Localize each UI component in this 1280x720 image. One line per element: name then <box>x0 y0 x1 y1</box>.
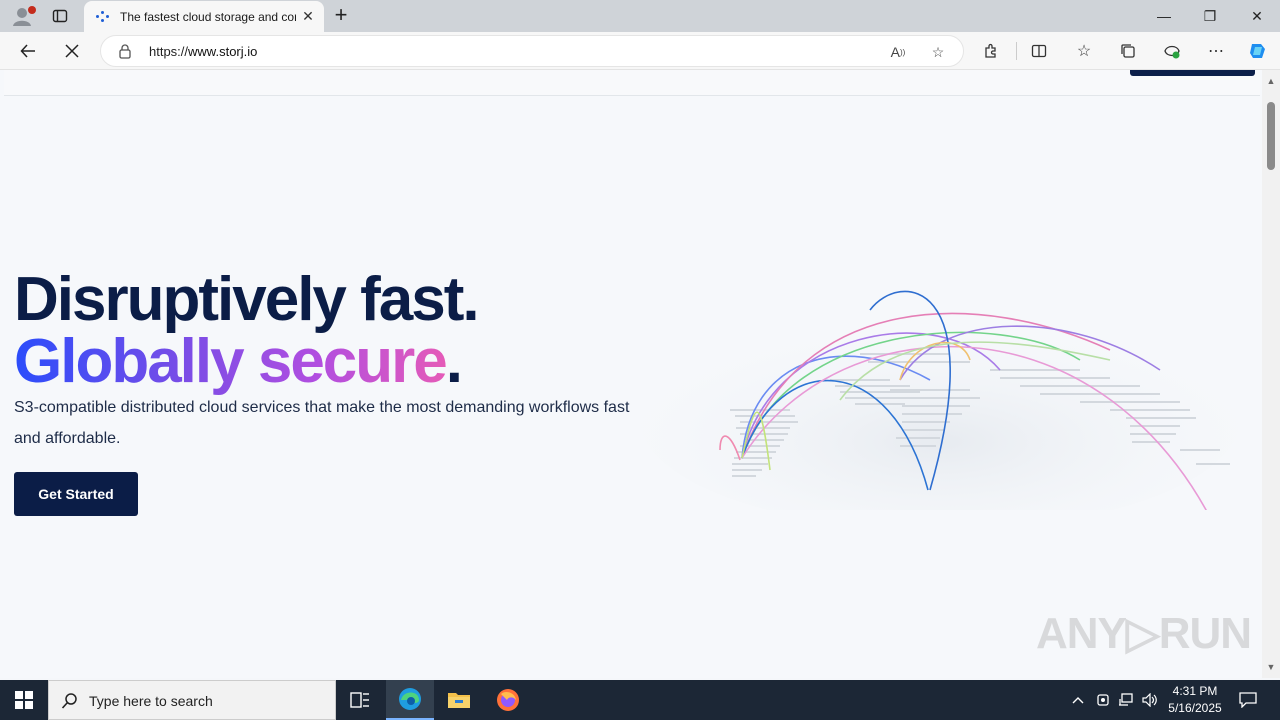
clock-time: 4:31 PM <box>1172 684 1218 698</box>
windows-taskbar: Type here to search 4:31 PM 5/16/2025 <box>0 680 1280 720</box>
split-screen-icon[interactable] <box>1025 37 1053 65</box>
favorites-icon[interactable]: ☆ <box>1070 37 1098 65</box>
browser-toolbar: https://www.storj.io A)) ☆ ☆ ⋯ <box>0 32 1280 70</box>
clock-date: 5/16/2025 <box>1168 701 1222 715</box>
address-bar[interactable]: https://www.storj.io A)) ☆ <box>100 35 964 67</box>
hero-headline-line1: Disruptively fast. <box>14 265 480 334</box>
edge-icon <box>399 688 421 710</box>
tab-title: The fastest cloud storage and cor <box>120 9 296 24</box>
url-prefix: https:// <box>149 44 189 59</box>
globe-network-illustration <box>640 290 1240 510</box>
stop-icon <box>65 44 79 58</box>
windows-logo-icon <box>15 691 33 709</box>
maximize-button[interactable]: ❐ <box>1187 0 1233 32</box>
taskbar-firefox-app[interactable] <box>484 680 532 720</box>
task-view-button[interactable] <box>336 680 384 720</box>
volume-icon[interactable] <box>1140 680 1160 720</box>
start-button[interactable] <box>0 680 48 720</box>
scroll-down-arrow-icon[interactable]: ▼ <box>1266 662 1276 672</box>
meet-now-icon[interactable] <box>1094 680 1112 720</box>
notification-dot <box>28 6 36 14</box>
copilot-icon[interactable] <box>1244 37 1272 65</box>
close-window-button[interactable]: ✕ <box>1234 0 1280 32</box>
new-tab-button[interactable]: + <box>330 4 352 27</box>
taskbar-edge-app[interactable] <box>386 680 434 720</box>
hero-subtitle: S3-compatible distributed cloud services… <box>14 399 630 447</box>
toolbar-divider <box>1016 42 1017 60</box>
hero-gradient-text: Globally secure <box>14 327 448 396</box>
tab-close-icon[interactable]: ✕ <box>300 8 316 24</box>
site-header <box>4 70 1260 96</box>
search-icon <box>61 693 77 709</box>
tab-actions-icon <box>52 9 68 23</box>
active-tab[interactable]: The fastest cloud storage and cor ✕ <box>84 1 324 32</box>
firefox-icon <box>497 689 519 711</box>
profile-button[interactable] <box>8 4 36 28</box>
hero-headline-line2: Globally secure. <box>14 326 463 397</box>
extensions-icon[interactable] <box>977 37 1005 65</box>
settings-more-icon[interactable]: ⋯ <box>1202 37 1230 65</box>
network-icon[interactable] <box>1116 680 1136 720</box>
hero-period: . <box>445 327 463 396</box>
taskbar-clock[interactable]: 4:31 PM 5/16/2025 <box>1162 683 1228 717</box>
url-text[interactable]: https://www.storj.io <box>149 44 257 59</box>
collections-icon[interactable] <box>1114 37 1142 65</box>
page-scrollbar[interactable]: ▲ ▼ <box>1262 70 1280 678</box>
show-hidden-icons-chevron-icon[interactable] <box>1068 680 1088 720</box>
back-arrow-icon <box>20 44 35 58</box>
browser-essentials-icon[interactable] <box>1158 37 1186 65</box>
anyrun-watermark: ANY▷RUN <box>1036 609 1252 658</box>
scroll-up-arrow-icon[interactable]: ▲ <box>1266 76 1276 86</box>
task-view-icon <box>350 692 369 708</box>
taskbar-search-box[interactable]: Type here to search <box>48 680 336 720</box>
page-viewport: Disruptively fast. Globally secure. S3-c… <box>0 70 1262 678</box>
folder-icon <box>448 693 470 708</box>
header-cta-button[interactable] <box>1130 70 1255 76</box>
get-started-button[interactable]: Get Started <box>14 472 138 516</box>
search-placeholder: Type here to search <box>89 693 213 709</box>
taskbar-file-explorer-app[interactable] <box>435 680 483 720</box>
back-button[interactable] <box>14 37 42 65</box>
stop-loading-button[interactable] <box>58 37 86 65</box>
minimize-button[interactable]: — <box>1141 0 1187 32</box>
notifications-icon[interactable] <box>1234 680 1262 720</box>
read-aloud-icon[interactable]: A)) <box>887 41 909 63</box>
browser-tab-strip: The fastest cloud storage and cor ✕ + — … <box>0 0 1280 32</box>
storj-favicon-icon <box>94 9 110 25</box>
scrollbar-thumb[interactable] <box>1267 102 1275 170</box>
lock-icon[interactable] <box>117 43 133 59</box>
favorite-star-icon[interactable]: ☆ <box>927 41 949 63</box>
tab-actions-button[interactable] <box>48 4 72 28</box>
url-host: www.storj.io <box>188 44 258 59</box>
